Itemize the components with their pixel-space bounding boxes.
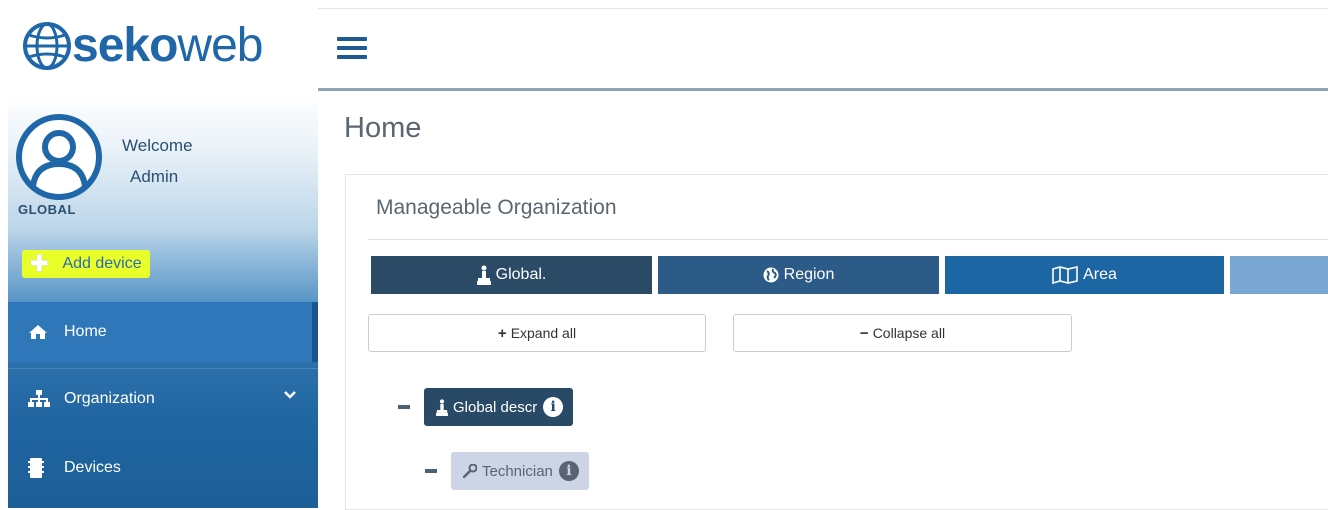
collapse-all-label: Collapse all [872, 325, 946, 341]
add-device-button[interactable]: ✚ Add device [22, 250, 150, 278]
tree-node-global[interactable]: Global descr i [424, 388, 574, 426]
user-name: Admin [130, 167, 179, 186]
level-label: Global. [495, 266, 547, 283]
page-title: Home [344, 112, 422, 144]
avatar [16, 114, 102, 200]
info-icon[interactable]: i [543, 397, 564, 417]
global-level-icon [476, 265, 491, 285]
menu-toggle-icon[interactable] [337, 37, 367, 63]
chip-icon [28, 458, 50, 478]
sidebar-item-label: Organization [64, 390, 155, 407]
header-divider [318, 88, 1328, 91]
sidebar-item-label: Devices [64, 459, 121, 476]
welcome-label: Welcome [122, 136, 193, 155]
tree-node-technician[interactable]: Technician i [451, 452, 589, 490]
user-scope: GLOBAL [18, 202, 76, 217]
level-area-button[interactable]: Area [945, 256, 1224, 294]
level-label: Area [1083, 266, 1117, 283]
level-label: Region [783, 266, 835, 283]
panel-divider [368, 239, 1328, 240]
add-device-label: Add device [62, 255, 142, 272]
expand-all-button[interactable]: + Expand all [368, 314, 706, 352]
minus-icon: − [859, 324, 869, 342]
global-level-icon [436, 398, 448, 416]
tree-collapse-toggle[interactable] [425, 469, 437, 473]
tree-node-label: Technician [482, 462, 553, 480]
chevron-down-icon [284, 391, 296, 399]
globe-logo-icon [23, 22, 71, 70]
globe-icon [763, 267, 779, 283]
tree-collapse-toggle[interactable] [398, 405, 410, 409]
home-icon [28, 324, 50, 340]
tree-node-label: Global descr [453, 398, 538, 416]
sidebar-item-organization[interactable]: Organization [8, 368, 318, 429]
brand-name: sekoweb [72, 19, 263, 72]
panel-title: Manageable Organization [376, 196, 617, 219]
expand-all-label: Expand all [510, 325, 577, 341]
info-icon[interactable]: i [558, 461, 579, 481]
level-global-button[interactable]: Global. [371, 256, 652, 294]
map-icon [1052, 266, 1078, 284]
collapse-all-button[interactable]: − Collapse all [733, 314, 1072, 352]
welcome-text: Welcome Admin [122, 130, 193, 192]
sitemap-icon [28, 390, 50, 408]
plus-icon: ✚ [30, 251, 49, 276]
level-next-button[interactable] [1230, 256, 1328, 294]
wrench-icon [463, 464, 477, 478]
plus-icon: + [497, 324, 507, 342]
sidebar-item-home[interactable]: Home [8, 302, 318, 362]
sidebar-item-devices[interactable]: Devices [8, 438, 318, 498]
sidebar-item-label: Home [64, 323, 107, 340]
level-region-button[interactable]: Region [658, 256, 939, 294]
app-logo[interactable]: sekoweb [22, 16, 263, 76]
